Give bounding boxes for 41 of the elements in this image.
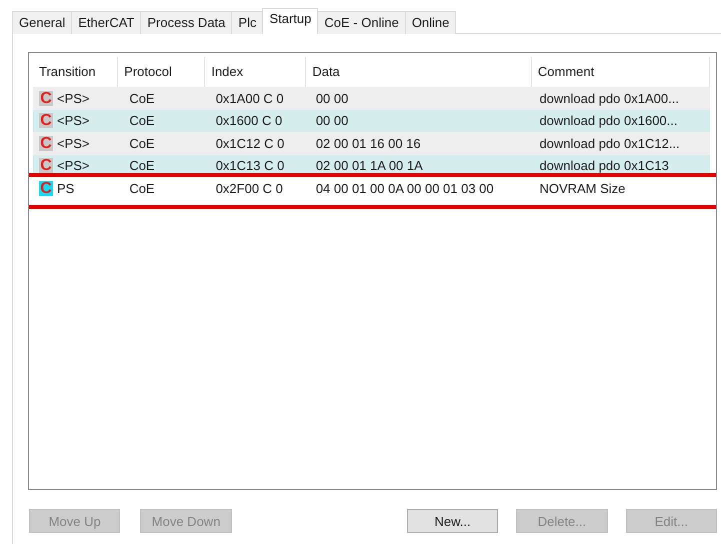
command-icon: C [39,136,53,151]
table-cell: <PS> [57,136,90,151]
action-button[interactable]: New... [406,509,498,533]
table-cell: download pdo 0x1A00... [539,90,679,106]
command-icon: C [39,90,53,106]
table-cell: 0x2F00 C 0 [216,180,283,196]
tab[interactable]: Online [404,11,456,34]
tab[interactable]: Startup [262,8,318,34]
tab[interactable]: Plc [231,11,264,34]
table-cell: CoE [129,136,155,151]
table-cell: 0x1C12 C 0 [216,136,284,151]
tab[interactable]: General [12,11,72,34]
table-cell: download pdo 0x1C12... [539,136,680,151]
table-cell: download pdo 0x1600... [539,113,678,128]
table-cell: PS [57,180,74,196]
table-cell: download pdo 0x1C13 [539,158,669,174]
table-row[interactable]: C <PS> CoE 0x1A00 C 0 00 00 download pdo 0x1A00... [33,87,710,110]
table-cell: CoE [129,180,155,196]
table-row[interactable]: C <PS> CoE 0x1C12 C 0 02 00 01 16 00 16 download pdo 0x1C12... [33,132,710,154]
table-cell: NOVRAM Size [539,180,626,196]
command-icon: C [39,180,53,196]
tab[interactable]: CoE - Online [317,11,406,34]
command-icon: C [39,113,53,128]
table-cell: 02 00 01 16 00 16 [316,136,421,151]
table-cell: <PS> [57,113,90,128]
table-cell: 04 00 01 00 0A 00 00 01 03 00 [316,180,494,196]
table-cell: CoE [129,158,155,174]
table-cell: <PS> [57,158,90,174]
table-cell: 0x1A00 C 0 [216,90,284,106]
table-cell: 00 00 [316,113,348,128]
tab[interactable]: Process Data [140,11,232,34]
table-cell: 0x1C13 C 0 [216,158,284,174]
tab[interactable]: EtherCAT [71,11,142,34]
table-cell: CoE [129,113,155,128]
table-row[interactable]: C <PS> CoE 0x1600 C 0 00 00 download pdo 0x1600... [33,110,710,132]
table-cell: 0x1600 C 0 [216,113,282,128]
table-cell: 00 00 [316,90,348,106]
table-cell: 02 00 01 1A 00 1A [316,158,423,174]
table-cell: <PS> [57,90,90,106]
table-cell: CoE [129,90,155,106]
command-icon: C [39,158,53,174]
